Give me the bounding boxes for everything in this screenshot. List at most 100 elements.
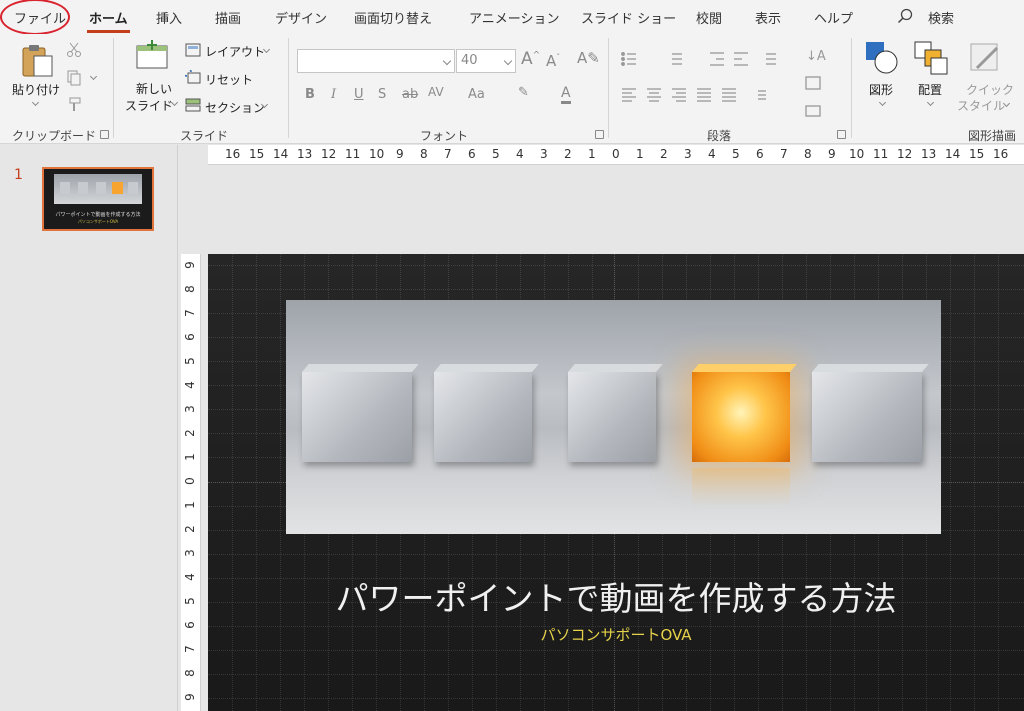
italic-icon[interactable]: I <box>331 87 336 102</box>
ruler-tick-label: 9 <box>182 261 197 269</box>
tab-view[interactable]: 表示 <box>755 8 781 27</box>
tab-insert[interactable]: 挿入 <box>156 8 182 27</box>
slide-subtitle[interactable]: パソコンサポートOVA <box>208 624 1024 645</box>
tab-home[interactable]: ホーム <box>87 8 130 33</box>
font-family-combo[interactable] <box>297 49 455 73</box>
clipboard-launcher-icon[interactable] <box>100 130 109 139</box>
quick-styles-label-2[interactable]: スタイル <box>957 97 1005 114</box>
thumbnail-title: パワーポイントで動画を作成する方法 <box>55 212 141 218</box>
ruler-tick-label: 0 <box>612 147 620 161</box>
shrink-font-icon[interactable]: Aˇ <box>546 52 560 70</box>
arrange-icon[interactable] <box>913 40 949 76</box>
underline-icon[interactable]: U <box>354 87 364 102</box>
ruler-tick-label: 8 <box>804 147 812 161</box>
ruler-tick-label: 1 <box>636 147 644 161</box>
ruler-tick-label: 0 <box>182 477 197 485</box>
search-icon[interactable] <box>897 8 913 24</box>
ruler-tick-label: 12 <box>897 147 913 161</box>
thumbnail-subtitle: パソコンサポートOVA <box>77 219 119 224</box>
ruler-tick-label: 8 <box>182 669 197 677</box>
reset-button[interactable]: リセット <box>205 71 253 88</box>
chevron-down-icon <box>503 56 513 66</box>
tab-transitions[interactable]: 画面切り替え <box>354 8 432 27</box>
ruler-tick-label: 1 <box>588 147 596 161</box>
tab-file[interactable]: ファイル <box>14 8 66 27</box>
paragraph-launcher-icon[interactable] <box>837 130 846 139</box>
ruler-tick-label: 7 <box>182 645 197 653</box>
section-button[interactable]: セクション <box>205 99 265 116</box>
ruler-tick-label: 5 <box>492 147 500 161</box>
tab-slideshow[interactable]: スライド ショー <box>581 8 676 27</box>
grid-line <box>208 265 1024 266</box>
quick-styles-icon[interactable] <box>967 40 1003 76</box>
cut-icon[interactable] <box>66 42 82 58</box>
font-size-combo[interactable]: 40 <box>456 49 516 73</box>
list-and-indent-icons[interactable] <box>620 50 800 68</box>
shapes-icon[interactable] <box>864 40 900 76</box>
clear-formatting-icon[interactable]: A✎ <box>577 49 600 67</box>
arrange-button[interactable]: 配置 <box>918 81 942 98</box>
paste-icon[interactable] <box>20 42 56 80</box>
thumbnail-photo <box>54 174 142 204</box>
new-slide-label-2[interactable]: スライド <box>125 97 173 114</box>
slide-canvas[interactable]: パワーポイントで動画を作成する方法 パソコンサポートOVA <box>208 254 1024 711</box>
change-case-icon[interactable]: Aa <box>468 87 485 102</box>
format-painter-icon[interactable] <box>66 97 82 113</box>
copy-icon[interactable] <box>66 70 82 86</box>
ruler-tick-label: 11 <box>873 147 889 161</box>
text-shadow-icon[interactable]: S <box>378 87 386 102</box>
grid-line <box>208 650 1024 651</box>
ruler-tick-label: 11 <box>345 147 361 161</box>
section-icon[interactable] <box>185 98 201 112</box>
font-group-label: フォント <box>420 129 469 143</box>
ruler-tick-label: 15 <box>249 147 265 161</box>
quick-styles-label-1[interactable]: クイック <box>966 81 1014 98</box>
text-direction-icons[interactable]: ↓A <box>804 44 834 130</box>
gray-cube <box>568 364 663 462</box>
grow-font-icon[interactable]: A^ <box>521 49 540 69</box>
search-box[interactable]: 検索 <box>928 8 954 27</box>
tab-draw[interactable]: 描画 <box>215 8 241 27</box>
font-launcher-icon[interactable] <box>595 130 604 139</box>
ruler-tick-label: 5 <box>732 147 740 161</box>
ribbon: 貼り付け クリップボード 新しい スライド レイアウト リセット セクション ス… <box>0 34 1024 144</box>
ruler-tick-label: 5 <box>182 597 197 605</box>
grid-line <box>208 554 1024 555</box>
group-separator <box>288 38 289 138</box>
horizontal-ruler: 16 15 14 13 12 11 10 9 8 7 6 5 4 3 2 1 0 1 2 3 4 5 6 7 8 9 10 11 12 1… <box>208 145 1024 165</box>
ruler-tick-label: 9 <box>182 693 197 701</box>
highlight-icon[interactable]: ✎ <box>518 85 529 100</box>
slide-thumbnail[interactable]: パワーポイントで動画を作成する方法 パソコンサポートOVA <box>42 167 154 231</box>
tab-animations[interactable]: アニメーション <box>469 8 559 27</box>
layout-icon[interactable] <box>185 43 201 57</box>
copy-dropdown-icon[interactable] <box>89 72 98 81</box>
tab-review[interactable]: 校閲 <box>696 8 722 27</box>
cubes-photo[interactable] <box>286 300 941 534</box>
ruler-tick-label: 8 <box>420 147 428 161</box>
reset-icon[interactable] <box>185 70 201 84</box>
ruler-tick-label: 3 <box>684 147 692 161</box>
new-slide-label-1[interactable]: 新しい <box>136 80 172 97</box>
font-color-icon[interactable]: A <box>561 85 571 104</box>
paste-button[interactable]: 貼り付け <box>12 81 60 98</box>
ruler-tick-label: 3 <box>182 405 197 413</box>
ruler-tick-label: 7 <box>780 147 788 161</box>
strikethrough-icon[interactable]: ab <box>402 87 418 102</box>
paste-dropdown-icon[interactable] <box>31 98 40 107</box>
ruler-tick-label: 10 <box>369 147 385 161</box>
ruler-tick-label: 4 <box>708 147 716 161</box>
tab-help[interactable]: ヘルプ <box>814 8 853 27</box>
new-slide-icon[interactable] <box>135 40 169 70</box>
alignment-icons[interactable] <box>620 87 780 103</box>
grid-line <box>208 674 1024 675</box>
ruler-tick-label: 7 <box>444 147 452 161</box>
layout-button[interactable]: レイアウト <box>205 43 265 60</box>
slide-title[interactable]: パワーポイントで動画を作成する方法 <box>208 572 1024 620</box>
shapes-button[interactable]: 図形 <box>869 81 893 98</box>
ruler-tick-label: 4 <box>182 381 197 389</box>
bold-icon[interactable]: B <box>305 87 315 102</box>
ribbon-tabs: ファイル ホーム 挿入 描画 デザイン 画面切り替え アニメーション スライド … <box>0 0 1024 35</box>
ruler-tick-label: 6 <box>468 147 476 161</box>
character-spacing-icon[interactable]: AV <box>428 85 444 99</box>
tab-design[interactable]: デザイン <box>275 8 327 27</box>
